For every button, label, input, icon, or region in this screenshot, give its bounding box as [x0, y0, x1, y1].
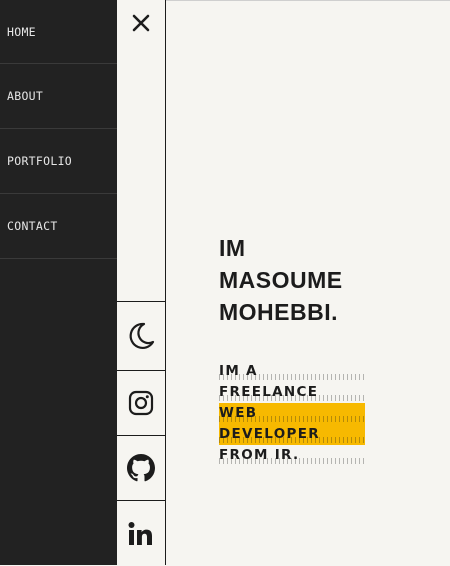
close-icon	[132, 14, 150, 32]
hero-heading-block: IM MASOUME MOHEBBI.	[219, 232, 419, 328]
tagline-line-highlighted: WEB	[219, 403, 369, 424]
github-link[interactable]	[117, 435, 165, 500]
tagline-line-highlighted: DEVELOPER	[219, 424, 369, 445]
nav-item-label: HOME	[7, 24, 36, 39]
github-icon	[127, 454, 155, 482]
nav-item-label: CONTACT	[7, 219, 58, 233]
linkedin-icon	[128, 521, 152, 545]
instagram-icon	[128, 390, 154, 416]
nav-item-portfolio[interactable]: PORTFOLIO	[0, 129, 117, 194]
title-line: MASOUME	[219, 267, 343, 293]
instagram-link[interactable]	[117, 370, 165, 435]
tagline: IM A FREELANCE WEB DEVELOPER FROM IR.	[219, 361, 369, 466]
tagline-line: IM A	[219, 361, 369, 382]
nav-item-home[interactable]: HOME	[0, 0, 117, 64]
nav-item-label: ABOUT	[7, 89, 44, 103]
linkedin-link[interactable]	[117, 500, 165, 566]
tagline-line: FROM IR.	[219, 445, 369, 466]
nav-item-contact[interactable]: CONTACT	[0, 194, 117, 259]
moon-icon	[129, 322, 155, 349]
tagline-line: FREELANCE	[219, 382, 369, 403]
theme-toggle-button[interactable]	[117, 301, 165, 370]
title-line: IM	[219, 235, 246, 261]
nav-item-label: PORTFOLIO	[7, 154, 73, 168]
page-title: IM MASOUME MOHEBBI.	[219, 232, 419, 328]
side-nav-drawer: HOME ABOUT PORTFOLIO CONTACT	[0, 0, 117, 565]
nav-item-about[interactable]: ABOUT	[0, 64, 117, 129]
close-menu-button[interactable]	[117, 0, 165, 46]
title-line: MOHEBBI.	[219, 299, 338, 325]
icon-rail	[117, 0, 166, 565]
